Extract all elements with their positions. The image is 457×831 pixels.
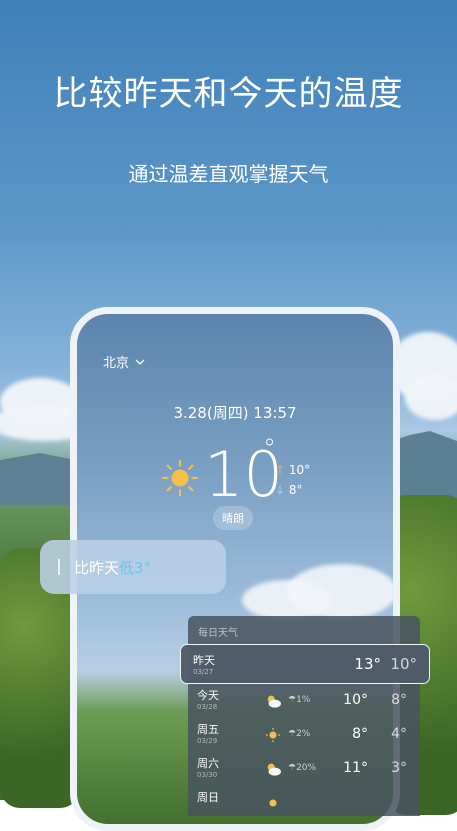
- daily-row[interactable]: 周六 03/30 ☂20% 11° 3°: [188, 752, 420, 786]
- sun-icon: [161, 459, 199, 497]
- row-date: 03/27: [193, 668, 214, 676]
- daily-row[interactable]: 周日: [188, 786, 420, 816]
- compare-prefix: 比昨天: [74, 558, 120, 577]
- low-temp-value: 8°: [288, 483, 303, 497]
- daily-row-yesterday-selected[interactable]: 昨天 03/27 13° 10°: [180, 644, 430, 684]
- daily-row[interactable]: 今天 03/28 ☂1% 10° 8°: [188, 684, 420, 718]
- compare-card: 比昨天 低3°: [40, 540, 226, 594]
- row-high: 8°: [352, 726, 368, 742]
- row-rain: ☂1%: [288, 695, 311, 705]
- condition-badge: 晴朗: [213, 506, 253, 530]
- row-rain-value: 20%: [296, 763, 317, 773]
- phone-cloud-2: [287, 564, 393, 619]
- daily-title: 每日天气: [198, 628, 238, 639]
- row-day: 周五: [197, 723, 219, 736]
- row-day: 周日: [197, 791, 219, 804]
- row-day: 今天: [197, 689, 219, 702]
- chevron-down-icon: [135, 359, 145, 365]
- low-temp: ↓ 8°: [275, 480, 310, 500]
- row-high: 13°: [354, 655, 381, 673]
- arrow-up-icon: ↑: [275, 463, 286, 477]
- city-selector[interactable]: 北京: [103, 352, 145, 371]
- cloud-right-2: [405, 375, 457, 420]
- headline: 比较昨天和今天的温度: [53, 74, 404, 114]
- row-low: 4°: [391, 726, 407, 742]
- partly-cloudy-icon: [267, 695, 281, 708]
- row-date: 03/29: [197, 737, 218, 745]
- row-rain: ☂2%: [288, 729, 311, 739]
- row-rain: ☂20%: [288, 763, 317, 773]
- row-day: 周六: [197, 757, 219, 770]
- city-label: 北京: [103, 356, 130, 371]
- sun-icon: [269, 799, 277, 807]
- high-temp: ↑ 10°: [275, 460, 310, 480]
- daily-row[interactable]: 周五 03/29 ☂2% 8° 4°: [188, 718, 420, 752]
- sun-icon: [265, 727, 281, 743]
- high-temp-value: 10°: [288, 463, 311, 477]
- datetime: 3.28(周四) 13:57: [173, 404, 297, 422]
- row-date: 03/28: [197, 703, 218, 711]
- subline: 通过温差直观掌握天气: [128, 162, 329, 186]
- high-low: ↑ 10° ↓ 8°: [275, 460, 310, 500]
- row-high: 10°: [343, 692, 368, 708]
- row-rain-value: 1%: [296, 695, 311, 705]
- row-day: 昨天: [193, 654, 215, 667]
- row-low: 8°: [391, 692, 407, 708]
- compare-divider: [58, 559, 60, 575]
- row-rain-value: 2%: [296, 729, 311, 739]
- partly-cloudy-icon: [267, 763, 281, 776]
- row-low: 3°: [391, 760, 407, 776]
- row-low: 10°: [390, 655, 417, 673]
- arrow-down-icon: ↓: [275, 483, 286, 497]
- compare-delta: 低3°: [119, 558, 152, 577]
- row-date: 03/30: [197, 771, 218, 779]
- row-high: 11°: [343, 760, 368, 776]
